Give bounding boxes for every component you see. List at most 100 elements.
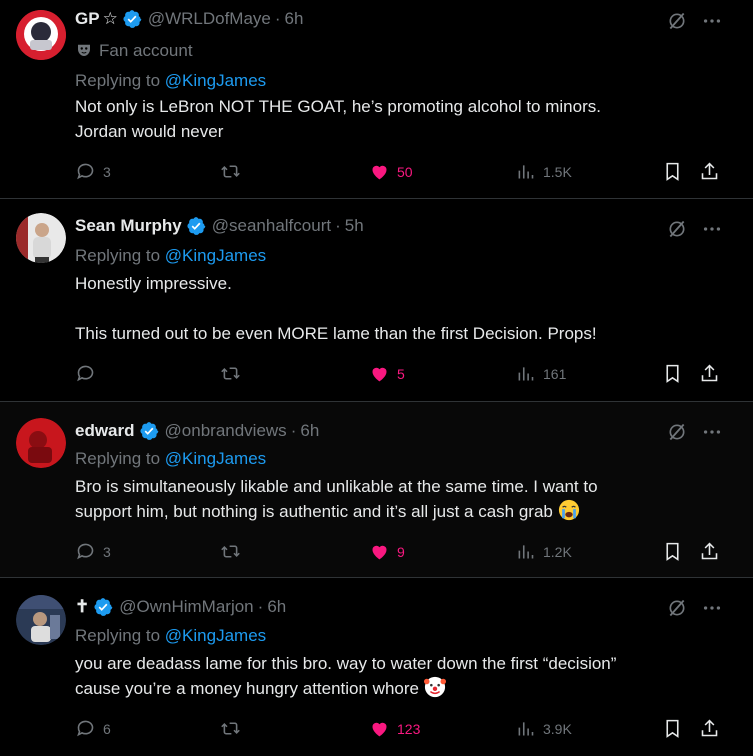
replying-prefix: Replying to xyxy=(75,626,161,645)
author-handle[interactable]: @seanhalfcourt xyxy=(212,216,331,236)
more-options-icon[interactable] xyxy=(701,597,723,619)
reply-button[interactable]: 3 xyxy=(75,161,111,182)
bookmark-button[interactable] xyxy=(662,363,683,384)
clown-face-emoji-icon xyxy=(423,676,446,698)
verified-badge-icon xyxy=(139,421,159,441)
tweet-text: Bro is simultaneously likable and unlika… xyxy=(75,474,703,524)
avatar[interactable] xyxy=(16,213,66,263)
tweet-text-line: support him, but nothing is authentic an… xyxy=(75,502,553,521)
retweet-icon xyxy=(220,363,241,384)
replying-prefix: Replying to xyxy=(75,449,161,468)
tweet[interactable]: edward @onbrandviews · 6h Replying to @K… xyxy=(0,402,753,578)
replying-to-link[interactable]: @KingJames xyxy=(165,449,266,468)
share-button[interactable] xyxy=(699,718,720,739)
name-suffix: ☆ xyxy=(102,9,118,28)
reply-button[interactable] xyxy=(75,363,103,384)
share-button[interactable] xyxy=(699,541,720,562)
avatar[interactable] xyxy=(16,10,66,60)
replying-to-link[interactable]: @KingJames xyxy=(165,71,266,90)
reply-icon xyxy=(75,541,96,562)
bookmark-button[interactable] xyxy=(662,718,683,739)
like-button[interactable]: 9 xyxy=(369,541,405,562)
like-button[interactable]: 123 xyxy=(369,718,420,739)
grok-icon[interactable] xyxy=(667,422,687,442)
views-icon xyxy=(515,161,536,182)
like-count: 5 xyxy=(397,365,405,382)
tweet-text-line: Honestly impressive. xyxy=(75,274,232,293)
replying-to: Replying to @KingJames xyxy=(75,623,266,648)
reply-icon xyxy=(75,363,96,384)
author-handle[interactable]: @OwnHimMarjon xyxy=(119,597,253,617)
replying-to: Replying to @KingJames xyxy=(75,446,266,471)
more-options-icon[interactable] xyxy=(701,10,723,32)
views-button[interactable]: 161 xyxy=(515,363,566,384)
views-button[interactable]: 1.2K xyxy=(515,541,572,562)
author-handle[interactable]: @onbrandviews xyxy=(165,421,287,441)
like-count: 50 xyxy=(397,163,413,180)
verified-badge-icon xyxy=(186,216,206,236)
views-icon xyxy=(515,363,536,384)
grok-icon[interactable] xyxy=(667,11,687,31)
bookmark-icon xyxy=(662,363,683,384)
separator-dot: · xyxy=(257,597,264,616)
replying-prefix: Replying to xyxy=(75,246,161,265)
share-icon xyxy=(699,718,720,739)
grok-icon[interactable] xyxy=(667,598,687,618)
tweet-text-line: Jordan would never xyxy=(75,122,224,141)
bookmark-button[interactable] xyxy=(662,541,683,562)
timestamp[interactable]: 6h xyxy=(285,9,304,29)
tweet-text-line: This turned out to be even MORE lame tha… xyxy=(75,324,597,343)
separator-dot: · xyxy=(290,421,297,440)
crying-face-emoji-icon xyxy=(558,499,579,521)
timestamp[interactable]: 6h xyxy=(300,421,319,441)
views-button[interactable]: 1.5K xyxy=(515,161,572,182)
more-options-icon[interactable] xyxy=(701,218,723,240)
timestamp[interactable]: 5h xyxy=(345,216,364,236)
author-name[interactable]: Sean Murphy xyxy=(75,216,182,236)
share-button[interactable] xyxy=(699,161,720,182)
retweet-button[interactable] xyxy=(220,718,241,739)
retweet-button[interactable] xyxy=(220,541,241,562)
heart-icon xyxy=(369,718,390,739)
retweet-icon xyxy=(220,718,241,739)
verified-badge-icon xyxy=(93,597,113,617)
action-bar: 3 9 1.2K xyxy=(75,541,753,565)
action-bar: 3 50 1.5K xyxy=(75,161,753,185)
grok-icon[interactable] xyxy=(667,219,687,239)
retweet-icon xyxy=(220,161,241,182)
view-count: 3.9K xyxy=(543,720,572,737)
views-button[interactable]: 3.9K xyxy=(515,718,572,739)
timestamp[interactable]: 6h xyxy=(267,597,286,617)
reply-count: 3 xyxy=(103,163,111,180)
like-button[interactable]: 5 xyxy=(369,363,405,384)
tweet[interactable]: ✝ @OwnHimMarjon · 6h Replying to @KingJa… xyxy=(0,578,753,756)
retweet-button[interactable] xyxy=(220,363,241,384)
replying-prefix: Replying to xyxy=(75,71,161,90)
author-name[interactable]: edward xyxy=(75,421,135,441)
replying-to-link[interactable]: @KingJames xyxy=(165,626,266,645)
like-button[interactable]: 50 xyxy=(369,161,413,182)
reply-count: 6 xyxy=(103,720,111,737)
share-icon xyxy=(699,161,720,182)
view-count: 161 xyxy=(543,365,567,382)
tweet-text-line: cause you’re a money hungry attention wh… xyxy=(75,679,419,698)
share-icon xyxy=(699,363,720,384)
tweet[interactable]: Sean Murphy @seanhalfcourt · 5h Replying… xyxy=(0,199,753,402)
author-handle[interactable]: @WRLDofMaye xyxy=(148,9,271,29)
like-count: 123 xyxy=(397,720,421,737)
tweet-text-line: Bro is simultaneously likable and unlika… xyxy=(75,477,598,496)
bookmark-button[interactable] xyxy=(662,161,683,182)
avatar[interactable] xyxy=(16,595,66,645)
retweet-button[interactable] xyxy=(220,161,241,182)
more-options-icon[interactable] xyxy=(701,421,723,443)
replying-to-link[interactable]: @KingJames xyxy=(165,246,266,265)
avatar[interactable] xyxy=(16,418,66,468)
tweet[interactable]: GP ☆ @WRLDofMaye · 6h Fan account Replyi… xyxy=(0,0,753,199)
reply-button[interactable]: 3 xyxy=(75,541,111,562)
author-name[interactable]: ✝ xyxy=(75,597,89,617)
reply-count: 3 xyxy=(103,543,111,560)
author-name[interactable]: GP xyxy=(75,9,100,29)
tweet-text: you are deadass lame for this bro. way t… xyxy=(75,651,703,701)
share-button[interactable] xyxy=(699,363,720,384)
reply-button[interactable]: 6 xyxy=(75,718,111,739)
